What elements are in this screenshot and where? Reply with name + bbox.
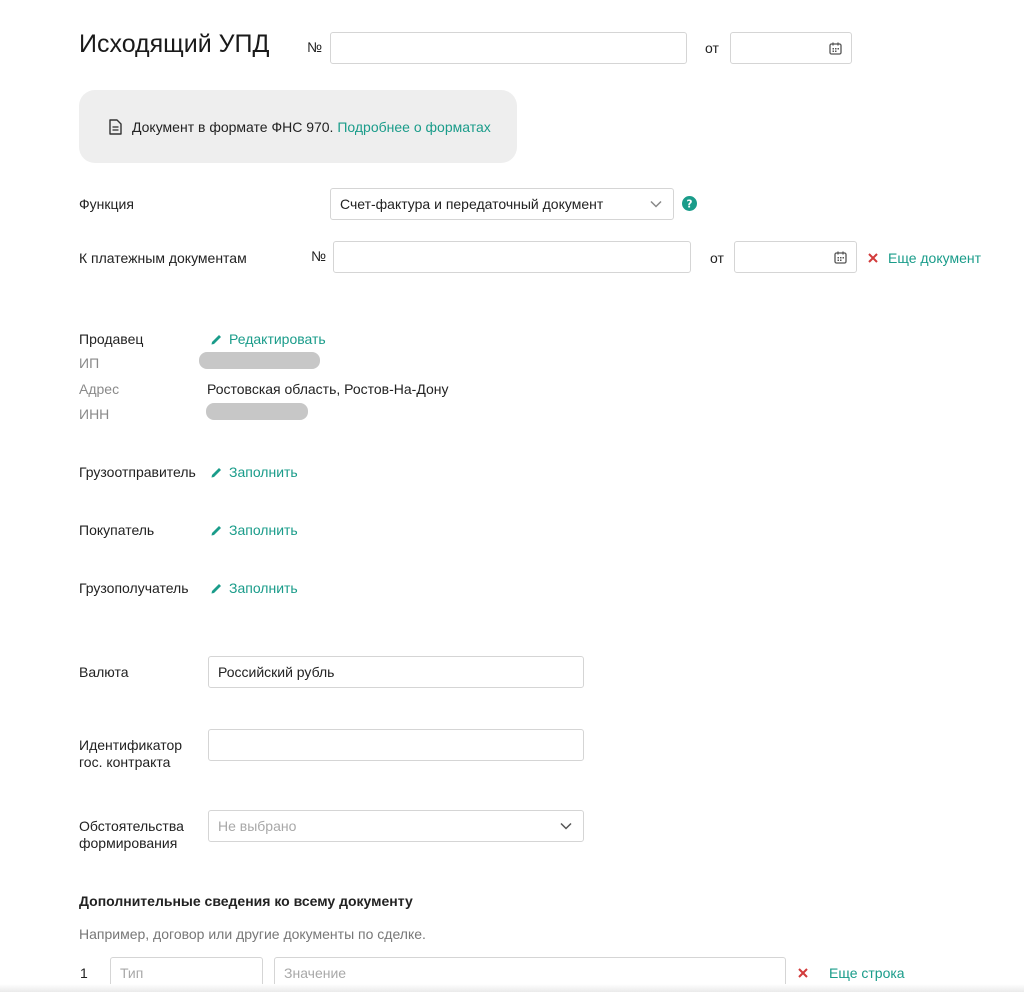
pencil-icon [211, 335, 221, 345]
circumstances-label-line1: Обстоятельства [79, 818, 184, 834]
doc-date-label: от [705, 40, 719, 56]
currency-input[interactable]: Российский рубль [208, 656, 584, 688]
page-title: Исходящий УПД [79, 30, 270, 58]
redacted-seller-name [199, 352, 320, 369]
contract-id-label: Идентификатор гос. контракта [79, 737, 182, 771]
bottom-scroll-fade [0, 984, 1024, 992]
shipper-fill-link[interactable]: Заполнить [210, 464, 298, 480]
notice-text-row: Документ в формате ФНС 970. Подробнее о … [132, 119, 491, 135]
pencil-icon [211, 468, 221, 478]
payment-docs-label: К платежным документам [79, 250, 247, 266]
circumstances-select[interactable]: Не выбрано [208, 810, 584, 842]
chevron-down-icon [650, 200, 662, 208]
seller-label: Продавец [79, 331, 144, 347]
notice-text: Документ в формате ФНС 970. [132, 119, 334, 135]
document-icon [109, 119, 122, 135]
doc-number-label: № [307, 39, 323, 55]
seller-address-label: Адрес [79, 381, 120, 397]
calendar-icon[interactable] [829, 42, 842, 55]
contract-id-label-line2: гос. контракта [79, 754, 171, 770]
payment-number-input[interactable] [333, 241, 691, 273]
add-row-link[interactable]: Еще строка [829, 965, 905, 981]
format-notice: Документ в формате ФНС 970. Подробнее о … [79, 90, 517, 163]
payment-date-input[interactable] [734, 241, 857, 273]
help-icon[interactable]: ? [682, 196, 697, 211]
additional-hint: Например, договор или другие документы п… [79, 926, 426, 942]
seller-type-label: ИП [79, 355, 100, 371]
add-document-link[interactable]: Еще документ [888, 250, 981, 266]
payment-date-label: от [710, 250, 724, 266]
seller-edit-label: Редактировать [229, 331, 326, 347]
currency-label: Валюта [79, 664, 129, 680]
formats-link[interactable]: Подробнее о форматах [337, 119, 490, 135]
contract-id-label-line1: Идентификатор [79, 737, 183, 753]
remove-row-icon[interactable] [798, 968, 808, 978]
function-select[interactable]: Счет-фактура и передаточный документ [330, 188, 674, 220]
redacted-seller-inn [206, 403, 308, 420]
doc-number-input[interactable] [330, 32, 687, 64]
doc-date-input[interactable] [730, 32, 852, 64]
row-index: 1 [80, 965, 88, 981]
seller-address-value: Ростовская область, Ростов-На-Дону [207, 381, 449, 397]
payment-number-label: № [311, 248, 327, 264]
buyer-fill-label: Заполнить [229, 522, 298, 538]
consignee-label: Грузополучатель [79, 580, 189, 596]
buyer-label: Покупатель [79, 522, 155, 538]
seller-edit-link[interactable]: Редактировать [210, 331, 326, 347]
buyer-fill-link[interactable]: Заполнить [210, 522, 298, 538]
additional-title: Дополнительные сведения ко всему докумен… [79, 893, 413, 909]
calendar-icon[interactable] [834, 251, 847, 264]
shipper-fill-label: Заполнить [229, 464, 298, 480]
consignee-fill-link[interactable]: Заполнить [210, 580, 298, 596]
seller-inn-label: ИНН [79, 406, 110, 422]
pencil-icon [211, 526, 221, 536]
contract-id-input[interactable] [208, 729, 584, 761]
shipper-label: Грузоотправитель [79, 464, 196, 480]
remove-icon[interactable] [868, 253, 878, 263]
circumstances-label: Обстоятельства формирования [79, 818, 184, 852]
chevron-down-icon [560, 822, 572, 830]
consignee-fill-label: Заполнить [229, 580, 298, 596]
svg-text:?: ? [687, 198, 693, 210]
circumstances-label-line2: формирования [79, 835, 178, 851]
pencil-icon [211, 584, 221, 594]
function-label: Функция [79, 196, 134, 212]
